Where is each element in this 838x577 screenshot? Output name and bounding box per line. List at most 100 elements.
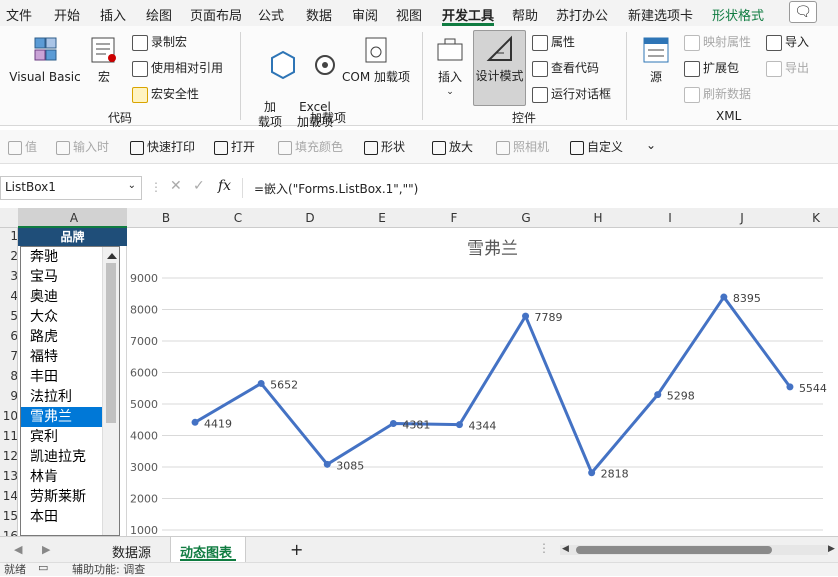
- visual-basic-button[interactable]: Visual Basic: [8, 34, 82, 85]
- listbox-item[interactable]: 丰田: [21, 367, 103, 387]
- ribbon-tab[interactable]: 文件: [6, 5, 32, 24]
- row-header[interactable]: 10: [0, 409, 17, 423]
- column-header[interactable]: H: [588, 211, 608, 225]
- horizontal-scroll-thumb[interactable]: [576, 546, 772, 554]
- listbox-item[interactable]: 福特: [21, 347, 103, 367]
- column-header[interactable]: D: [300, 211, 320, 225]
- row-header[interactable]: 3: [0, 269, 17, 283]
- listbox-item[interactable]: 奥迪: [21, 287, 103, 307]
- ribbon-tab[interactable]: 审阅: [352, 5, 378, 24]
- com-addins-button[interactable]: COM 加载项: [340, 34, 412, 85]
- qat-more-icon[interactable]: ⌄: [646, 138, 656, 152]
- prev-sheet-icon[interactable]: ◀: [14, 543, 22, 556]
- row-header[interactable]: 1: [0, 229, 17, 243]
- relative-reference-button[interactable]: 使用相对引用: [132, 58, 223, 78]
- ribbon-tab[interactable]: 形状格式: [712, 5, 764, 24]
- column-header[interactable]: F: [444, 211, 464, 225]
- listbox-item[interactable]: 劳斯莱斯: [21, 487, 103, 507]
- ribbon-tab[interactable]: 公式: [258, 5, 284, 24]
- row-header[interactable]: 8: [0, 369, 17, 383]
- properties-button[interactable]: 属性: [532, 32, 575, 52]
- column-header[interactable]: J: [732, 211, 752, 225]
- column-header[interactable]: E: [372, 211, 392, 225]
- cancel-icon[interactable]: ✕: [170, 178, 182, 194]
- qat-item[interactable]: 值: [8, 138, 37, 155]
- listbox-item[interactable]: 林肯: [21, 467, 103, 487]
- row-header[interactable]: 4: [0, 289, 17, 303]
- row-header[interactable]: 2: [0, 249, 17, 263]
- record-macro-button[interactable]: 录制宏: [132, 32, 187, 52]
- ribbon-tab[interactable]: 页面布局: [190, 5, 242, 24]
- qat-item[interactable]: 放大: [432, 138, 473, 155]
- row-header[interactable]: 13: [0, 469, 17, 483]
- scroll-left-icon[interactable]: ◀: [562, 544, 569, 554]
- listbox-item[interactable]: 本田: [21, 507, 103, 527]
- insert-control-button[interactable]: 插入 ⌄: [432, 34, 468, 100]
- brand-listbox[interactable]: 奔驰 宝马 奥迪 大众 路虎 福特 丰田 法拉利 雪弗兰 宾利 凯迪拉克 林肯 劳斯莱斯 本田: [20, 246, 120, 536]
- map-properties-button[interactable]: 映射属性: [684, 32, 751, 52]
- scroll-up-icon[interactable]: [107, 253, 117, 259]
- column-header[interactable]: I: [660, 211, 680, 225]
- column-header[interactable]: A: [64, 211, 84, 225]
- comment-button[interactable]: 🗨: [789, 1, 817, 23]
- ribbon-tab[interactable]: 帮助: [512, 5, 538, 24]
- dynamic-chart[interactable]: 雪弗兰 1000 2000 3000 4000 5000 6000 7000 8000 9000 4…: [128, 228, 838, 537]
- xml-source-button[interactable]: 源: [638, 34, 674, 85]
- expansion-packs-button[interactable]: 扩展包: [684, 58, 739, 78]
- scroll-thumb[interactable]: [106, 263, 116, 423]
- listbox-item[interactable]: 宾利: [21, 427, 103, 447]
- row-header[interactable]: 14: [0, 489, 17, 503]
- qat-item[interactable]: 快速打印: [130, 138, 195, 155]
- formula-input[interactable]: =嵌入("Forms.ListBox.1",""): [254, 180, 418, 197]
- row-header[interactable]: 5: [0, 309, 17, 323]
- column-header[interactable]: C: [228, 211, 248, 225]
- column-header[interactable]: G: [516, 211, 536, 225]
- listbox-item[interactable]: 法拉利: [21, 387, 103, 407]
- design-mode-button[interactable]: 设计模式: [473, 30, 526, 106]
- ribbon-tab[interactable]: 新建选项卡: [628, 5, 693, 24]
- listbox-item[interactable]: 宝马: [21, 267, 103, 287]
- brand-header-cell[interactable]: 品牌: [18, 228, 127, 246]
- refresh-data-button[interactable]: 刷新数据: [684, 84, 751, 104]
- qat-item[interactable]: 打开: [214, 138, 255, 155]
- run-dialog-button[interactable]: 运行对话框: [532, 84, 611, 104]
- enter-icon[interactable]: ✓: [193, 178, 205, 194]
- view-code-button[interactable]: 查看代码: [532, 58, 599, 78]
- scroll-right-icon[interactable]: ▶: [828, 544, 835, 554]
- row-header[interactable]: 12: [0, 449, 17, 463]
- qat-item[interactable]: 自定义: [570, 138, 623, 155]
- listbox-item[interactable]: 奔驰: [21, 247, 103, 267]
- listbox-item[interactable]: 路虎: [21, 327, 103, 347]
- export-button[interactable]: 导出: [766, 58, 809, 78]
- qat-item[interactable]: 形状: [364, 138, 405, 155]
- ribbon-tab[interactable]: 开发工具: [442, 5, 494, 24]
- ribbon-tab[interactable]: 插入: [100, 5, 126, 24]
- ribbon-tab[interactable]: 开始: [54, 5, 80, 24]
- column-header[interactable]: B: [156, 211, 176, 225]
- macro-security-button[interactable]: 宏安全性: [132, 84, 199, 104]
- row-header[interactable]: 9: [0, 389, 17, 403]
- listbox-item[interactable]: 凯迪拉克: [21, 447, 103, 467]
- ribbon-tab[interactable]: 绘图: [146, 5, 172, 24]
- accessibility-status[interactable]: 辅助功能: 调查: [72, 561, 145, 577]
- insert-function-icon[interactable]: fx: [218, 178, 231, 194]
- ribbon-tab[interactable]: 视图: [396, 5, 422, 24]
- macros-button[interactable]: 宏: [86, 34, 122, 85]
- ribbon-tab[interactable]: 数据: [306, 5, 332, 24]
- listbox-scrollbar[interactable]: [102, 247, 119, 535]
- qat-item[interactable]: 照相机: [496, 138, 549, 155]
- listbox-item[interactable]: 大众: [21, 307, 103, 327]
- row-header[interactable]: 15: [0, 509, 17, 523]
- add-sheet-button[interactable]: +: [290, 540, 303, 559]
- row-header[interactable]: 11: [0, 429, 17, 443]
- qat-item[interactable]: 填充颜色: [278, 138, 343, 155]
- row-header[interactable]: 7: [0, 349, 17, 363]
- row-header[interactable]: 16: [0, 529, 17, 536]
- row-header[interactable]: 6: [0, 329, 17, 343]
- qat-item[interactable]: 输入时: [56, 138, 109, 155]
- ribbon-tab[interactable]: 苏打办公: [556, 5, 608, 24]
- sheet-tab-data-source[interactable]: 数据源: [112, 542, 151, 561]
- column-header[interactable]: K: [806, 211, 826, 225]
- import-button[interactable]: 导入: [766, 32, 809, 52]
- name-box[interactable]: ListBox1 ⌄: [0, 176, 142, 200]
